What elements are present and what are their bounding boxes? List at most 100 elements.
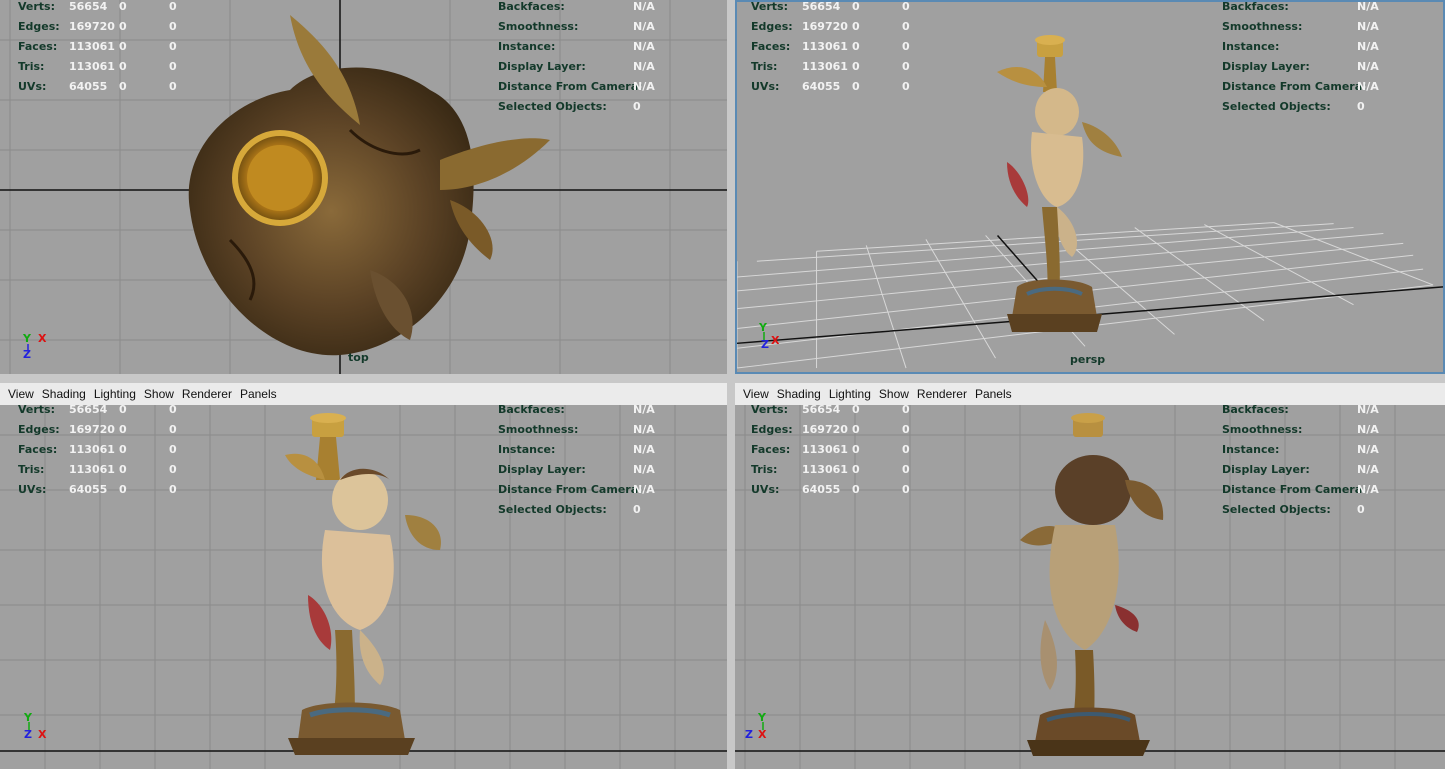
- hud-stat-value: 0: [852, 423, 860, 436]
- menu-show[interactable]: Show: [144, 387, 174, 401]
- menu-shading[interactable]: Shading: [777, 387, 821, 401]
- hud-stat-value: 0: [902, 443, 910, 456]
- hud-stat-value: 113061: [802, 40, 848, 53]
- hud-info-label: Backfaces:: [1222, 0, 1289, 13]
- hud-info-label: Distance From Camera:: [1222, 80, 1367, 93]
- hud-info-label: Selected Objects:: [498, 503, 607, 516]
- menu-panels[interactable]: Panels: [240, 387, 277, 401]
- hud-info-label: Smoothness:: [1222, 20, 1303, 33]
- hud-info-value: N/A: [633, 423, 655, 436]
- hud-info-label: Instance:: [1222, 40, 1280, 53]
- svg-text:X: X: [38, 332, 47, 345]
- hud-stat-value: 64055: [69, 483, 108, 496]
- candelabra-model-persp[interactable]: [987, 32, 1127, 337]
- hud-info-label: Instance:: [498, 40, 556, 53]
- menu-renderer[interactable]: Renderer: [182, 387, 232, 401]
- viewport-persp[interactable]: Verts: 56654 0 0 Edges: 169720 0 0 Faces: 113061 0…: [735, 0, 1445, 374]
- hud-stat-label: Tris:: [18, 463, 45, 476]
- hud-stat-label: UVs:: [18, 483, 47, 496]
- hud-stat-label: Verts:: [751, 405, 789, 416]
- hud-info-label: Smoothness:: [498, 423, 579, 436]
- hud-info-label: Display Layer:: [498, 60, 586, 73]
- hud-info-value: N/A: [1357, 0, 1379, 13]
- hud-info-value: N/A: [1357, 443, 1379, 456]
- menu-panels[interactable]: Panels: [975, 387, 1012, 401]
- hud-info-label: Selected Objects:: [1222, 503, 1331, 516]
- hud-info-value: N/A: [633, 443, 655, 456]
- viewport-panel-top[interactable]: Verts: 56654 0 0 Edges: 169720 0 0 Faces: 113061 0…: [0, 0, 727, 374]
- hud-info-value: 0: [1357, 100, 1365, 113]
- svg-text:Z: Z: [23, 348, 31, 361]
- hud-stat-value: 0: [902, 40, 910, 53]
- hud-info-value: N/A: [1357, 405, 1379, 416]
- menu-lighting[interactable]: Lighting: [94, 387, 136, 401]
- hud-stat-value: 0: [119, 0, 127, 13]
- horizontal-divider[interactable]: [0, 374, 1445, 380]
- panel-menubar-front: View Shading Lighting Show Renderer Pane…: [0, 383, 727, 406]
- hud-stat-value: 0: [852, 60, 860, 73]
- hud-stat-value: 0: [852, 443, 860, 456]
- menu-view[interactable]: View: [743, 387, 769, 401]
- hud-info-label: Backfaces:: [1222, 405, 1289, 416]
- viewport-panel-side[interactable]: View Shading Lighting Show Renderer Pane…: [735, 383, 1445, 769]
- menu-lighting[interactable]: Lighting: [829, 387, 871, 401]
- hud-stat-value: 113061: [802, 60, 848, 73]
- hud-stat-value: 0: [902, 80, 910, 93]
- hud-info-label: Instance:: [498, 443, 556, 456]
- viewport-panel-front[interactable]: View Shading Lighting Show Renderer Pane…: [0, 383, 727, 769]
- hud-stat-label: Verts:: [751, 0, 789, 13]
- viewport-side[interactable]: Verts: 56654 0 0 Edges: 169720 0 0 Faces: 113061 0…: [735, 405, 1445, 769]
- hud-info-value: N/A: [633, 20, 655, 33]
- svg-text:Z: Z: [745, 728, 753, 741]
- menu-renderer[interactable]: Renderer: [917, 387, 967, 401]
- hud-stat-value: 56654: [69, 405, 108, 416]
- svg-text:X: X: [38, 728, 47, 741]
- hud-stat-value: 0: [852, 40, 860, 53]
- hud-stat-value: 0: [852, 80, 860, 93]
- hud-stat-label: Faces:: [751, 443, 791, 456]
- hud-info-value: N/A: [633, 40, 655, 53]
- hud-stat-value: 0: [902, 60, 910, 73]
- hud-stat-value: 113061: [802, 463, 848, 476]
- vertical-divider[interactable]: [727, 0, 735, 769]
- hud-stat-value: 0: [902, 405, 910, 416]
- menu-show[interactable]: Show: [879, 387, 909, 401]
- menu-view[interactable]: View: [8, 387, 34, 401]
- hud-stat-label: Edges:: [18, 423, 60, 436]
- hud-stat-value: 0: [169, 20, 177, 33]
- camera-label-top: top: [348, 351, 369, 364]
- hud-info-label: Backfaces:: [498, 0, 565, 13]
- hud-stat-value: 0: [169, 60, 177, 73]
- hud-stat-value: 56654: [69, 0, 108, 13]
- hud-stat-value: 0: [119, 423, 127, 436]
- hud-stat-value: 113061: [69, 463, 115, 476]
- hud-stat-value: 113061: [69, 60, 115, 73]
- hud-info-value: N/A: [1357, 423, 1379, 436]
- hud-stat-value: 0: [852, 405, 860, 416]
- candelabra-model-side[interactable]: [1015, 410, 1175, 760]
- hud-info-label: Smoothness:: [1222, 423, 1303, 436]
- hud-stat-label: Edges:: [751, 423, 793, 436]
- hud-stat-value: 0: [119, 80, 127, 93]
- hud-info-label: Distance From Camera:: [498, 80, 643, 93]
- hud-info-label: Display Layer:: [1222, 463, 1310, 476]
- camera-label-persp: persp: [1070, 353, 1106, 366]
- hud-stat-value: 0: [169, 443, 177, 456]
- candelabra-model-front[interactable]: [280, 410, 450, 760]
- hud-stat-value: 56654: [802, 405, 841, 416]
- hud-stat-value: 56654: [802, 0, 841, 13]
- viewport-panel-persp[interactable]: Verts: 56654 0 0 Edges: 169720 0 0 Faces: 113061 0…: [735, 0, 1445, 374]
- hud-info-value: N/A: [1357, 483, 1379, 496]
- svg-text:Y: Y: [22, 332, 32, 345]
- hud-stat-value: 0: [119, 483, 127, 496]
- hud-stat-value: 0: [119, 40, 127, 53]
- hud-stat-value: 0: [902, 423, 910, 436]
- hud-info-value: N/A: [633, 483, 655, 496]
- menu-shading[interactable]: Shading: [42, 387, 86, 401]
- viewport-top[interactable]: Verts: 56654 0 0 Edges: 169720 0 0 Faces: 113061 0…: [0, 0, 727, 374]
- axis-gizmo-side: Y Z X: [745, 711, 767, 741]
- svg-text:Z: Z: [24, 728, 32, 741]
- hud-info-value: N/A: [1357, 20, 1379, 33]
- viewport-front[interactable]: Verts: 56654 0 0 Edges: 169720 0 0 Faces: 113061 0…: [0, 405, 727, 769]
- hud-stat-label: Tris:: [751, 463, 778, 476]
